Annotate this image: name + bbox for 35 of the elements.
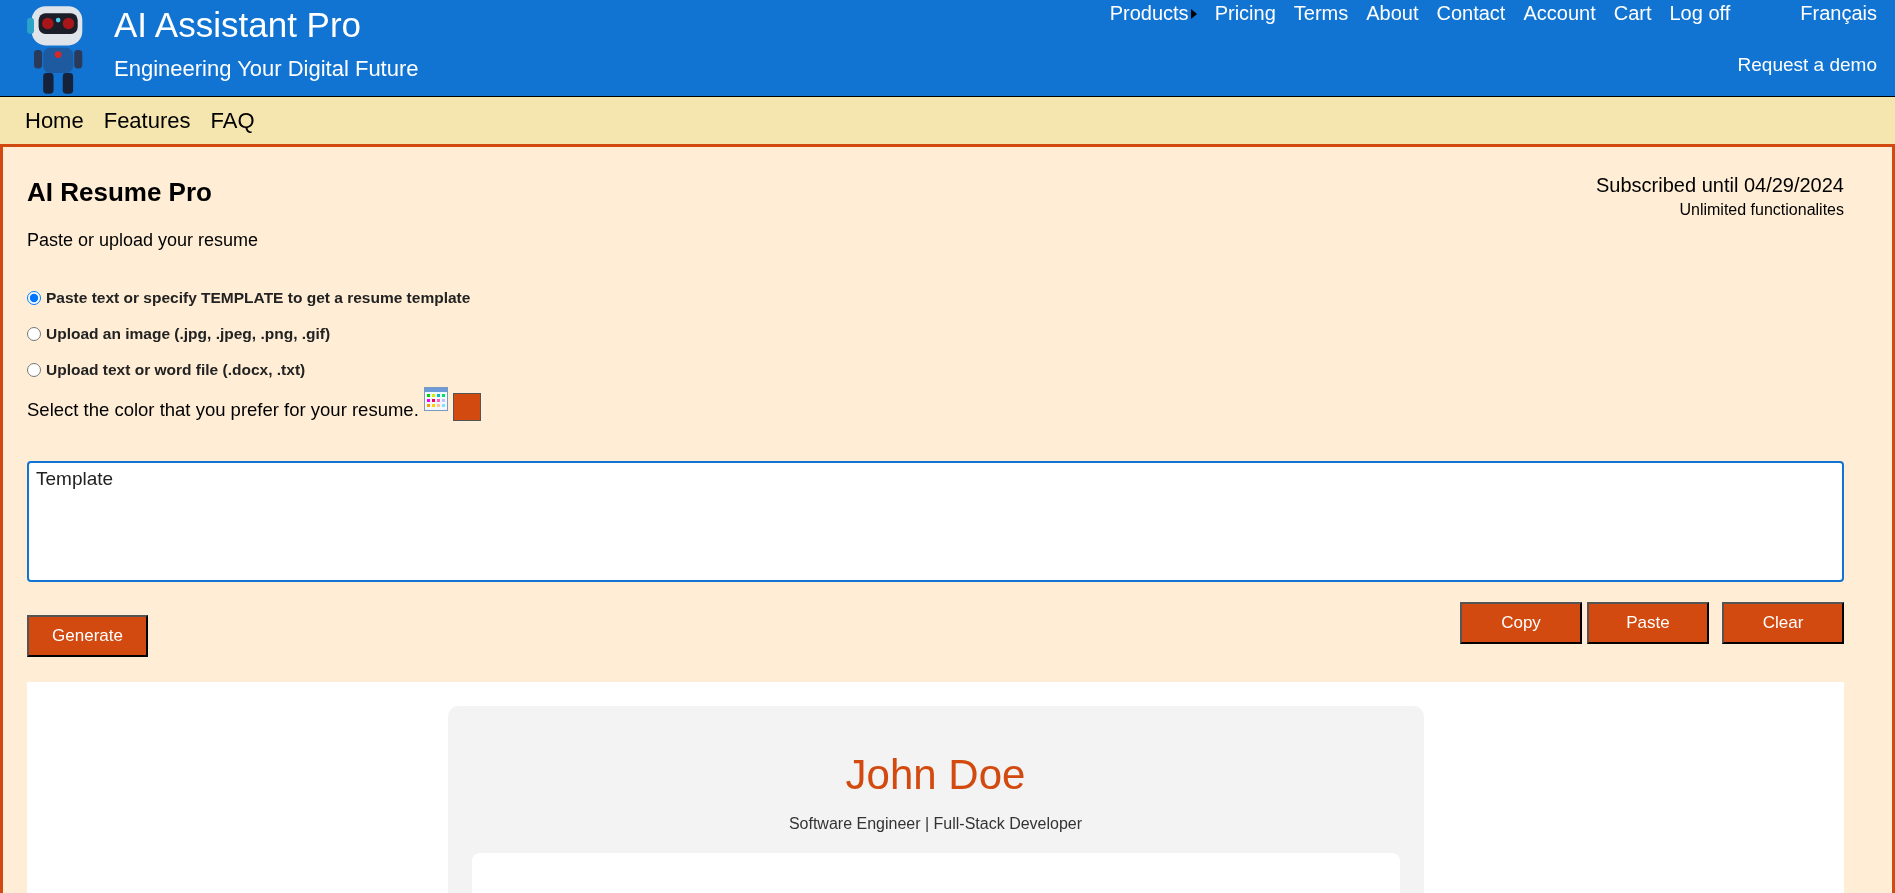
resume-input-field[interactable]: Template [27,461,1844,582]
nav-link[interactable]: About [1366,2,1419,25]
demo-link[interactable]: Request a demo [1737,54,1877,76]
radio-label[interactable]: Paste text or specify TEMPLATE to get a resume template [46,289,471,307]
nav-link[interactable]: Contact [1436,2,1506,25]
radio-label[interactable]: Upload an image (.jpg, .jpeg, .png, .gif) [46,325,331,343]
nav-link[interactable]: Log off [1669,2,1731,25]
color-prompt: Select the color that you prefer for your resume. [27,399,419,421]
generate-button[interactable]: Generate [27,615,148,657]
color-swatch[interactable] [452,393,481,421]
action-button[interactable]: Copy [1460,602,1582,644]
site-title: AI Assistant Pro [114,4,363,46]
resume-headline: Software Engineer | Full-Stack Developer [787,815,1084,833]
radio-button[interactable] [27,291,41,305]
site-tagline: Engineering Your Digital Future [114,56,419,82]
radio-button[interactable] [27,363,41,377]
instruction-text: Paste or upload your resume [27,230,259,251]
page-title: AI Resume Pro [27,177,213,208]
color-palette-icon[interactable] [423,387,448,411]
language-link[interactable]: Français [1800,2,1877,25]
nav-link[interactable]: FAQ [210,107,255,134]
resume-name: John Doe [844,751,1027,799]
nav-link[interactable]: Terms [1293,2,1349,25]
nav-link[interactable]: Home [25,107,84,134]
nav-link[interactable]: Products [1109,2,1197,25]
plan-note: Unlimited functionalites [1678,201,1844,219]
action-button[interactable]: Clear [1722,602,1844,644]
nav-link[interactable]: Pricing [1214,2,1276,25]
nav-link[interactable]: Account [1523,2,1596,25]
nav-link[interactable]: Cart [1613,2,1652,25]
radio-button[interactable] [27,327,41,341]
subscription-text: Subscribed until 04/29/2024 [1596,174,1844,197]
action-button[interactable]: Paste [1587,602,1709,644]
radio-label[interactable]: Upload text or word file (.docx, .txt) [46,361,306,379]
nav-link[interactable]: Features [103,107,191,134]
